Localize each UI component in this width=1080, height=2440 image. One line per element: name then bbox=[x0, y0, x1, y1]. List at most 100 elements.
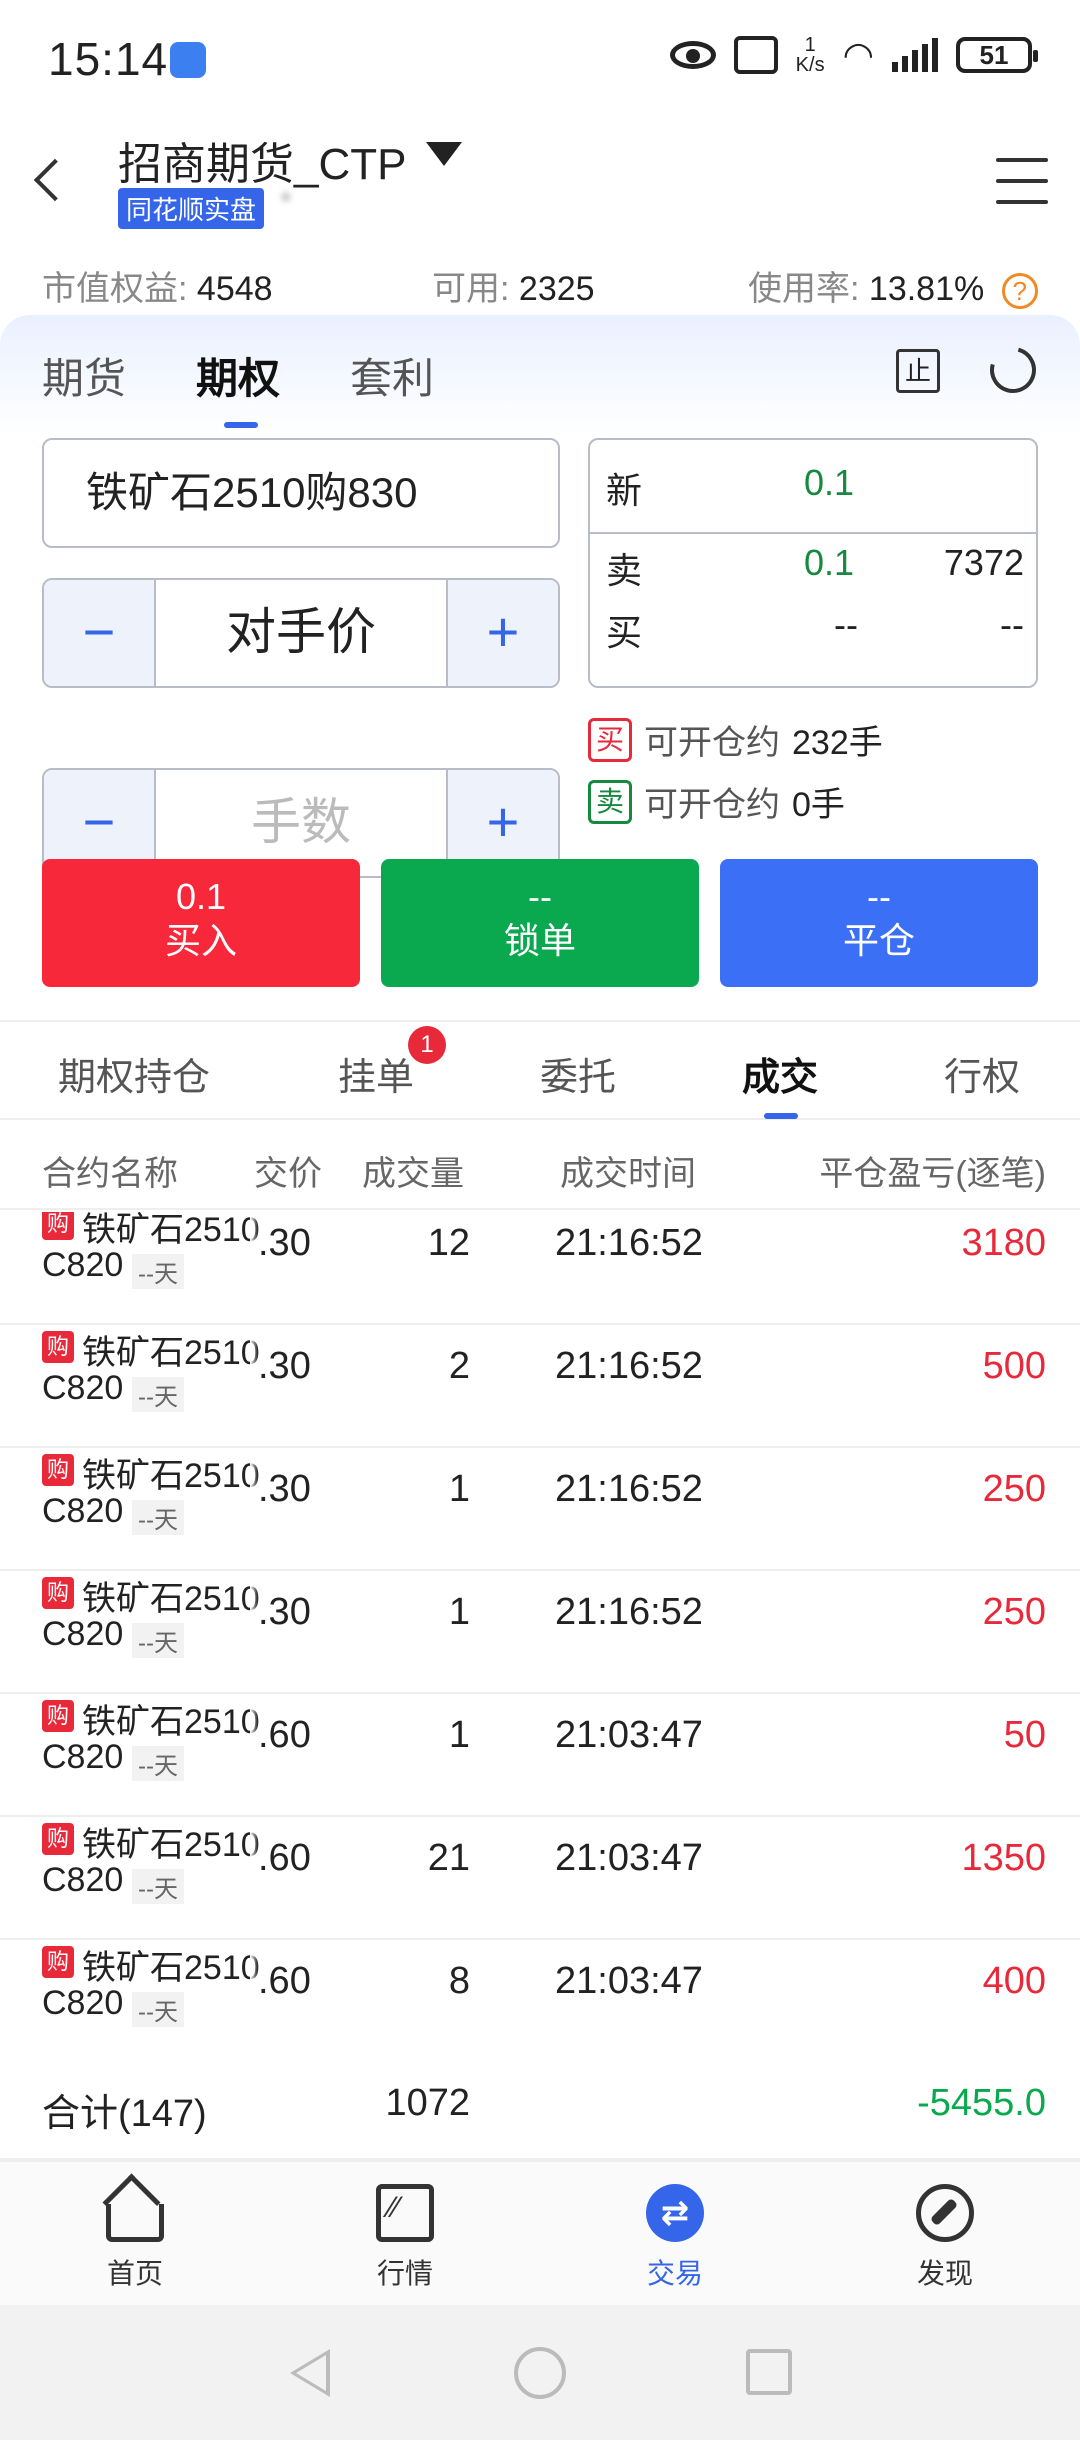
header-time[interactable]: 成交时间 bbox=[560, 1146, 696, 1195]
fill-quantity: 1 bbox=[448, 1714, 470, 1756]
nav-discover[interactable]: 发现 bbox=[875, 2184, 1015, 2292]
nav-trade-label: 交易 bbox=[646, 2258, 703, 2289]
total-quantity: 1072 bbox=[385, 2082, 470, 2124]
fill-time: 21:03:47 bbox=[555, 1960, 703, 2002]
network-speed-value: 1 bbox=[804, 34, 816, 56]
system-back-icon[interactable] bbox=[290, 2349, 330, 2397]
fill-time: 21:03:47 bbox=[555, 1714, 703, 1756]
account-id: * bbox=[280, 186, 292, 219]
buy-tag: 买 bbox=[588, 717, 632, 762]
days-to-expiry: --天 bbox=[132, 1254, 184, 1289]
call-option-tag: 购 bbox=[42, 1946, 74, 1978]
header-pnl[interactable]: 平仓盈亏(逐笔) bbox=[819, 1146, 1046, 1195]
quote-last-row: 新 0.1 bbox=[606, 462, 1024, 512]
fill-quantity: 12 bbox=[427, 1222, 470, 1264]
tab-orders[interactable]: 委托 bbox=[540, 1046, 616, 1101]
tab-futures[interactable]: 期货 bbox=[42, 345, 126, 406]
available-label: 可用: bbox=[432, 270, 510, 308]
lock-button-price: -- bbox=[528, 876, 552, 917]
days-to-expiry: --天 bbox=[132, 1623, 184, 1658]
fill-pnl: 1350 bbox=[961, 1837, 1046, 1879]
equity-summary: 市值权益: 4548 可用: 2325 使用率: 13.81% ? bbox=[0, 255, 1080, 315]
quote-ask-row: 卖 0.1 7372 bbox=[606, 542, 1024, 592]
vibrate-icon bbox=[733, 36, 778, 74]
close-position-button[interactable]: -- 平仓 bbox=[720, 859, 1038, 987]
sell-open-capacity: 卖 可开仓约 0手 bbox=[588, 777, 845, 826]
table-row[interactable]: 购铁矿石2510 C820 --天 .30 1 21:16:52 250 bbox=[0, 1571, 1080, 1694]
table-row[interactable]: 购铁矿石2510 C820 --天 .30 12 21:16:52 3180 bbox=[0, 1212, 1080, 1325]
quote-last-price[interactable]: 0.1 bbox=[804, 462, 854, 504]
tab-arbitrage[interactable]: 套利 bbox=[350, 345, 434, 406]
nav-home[interactable]: 首页 bbox=[65, 2184, 205, 2292]
fill-price: .30 bbox=[258, 1345, 311, 1387]
fill-price: .60 bbox=[258, 1837, 311, 1879]
help-icon[interactable]: ? bbox=[1001, 273, 1038, 310]
quote-bid-price[interactable]: -- bbox=[834, 604, 858, 646]
usage-rate: 使用率: 13.81% ? bbox=[748, 261, 1038, 310]
price-minus-button[interactable]: − bbox=[44, 580, 156, 686]
header-contract-name[interactable]: 合约名称 bbox=[42, 1146, 178, 1195]
table-row[interactable]: 购铁矿石2510 C820 --天 .60 8 21:03:47 400 bbox=[0, 1940, 1080, 2042]
quote-bid-row: 买 -- -- bbox=[606, 604, 1024, 654]
contract-code: C820 bbox=[42, 1369, 124, 1407]
trade-panel: 期货 期权 套利 止 铁矿石2510购830 − 对手价 + − 手数 + 新 … bbox=[0, 315, 1080, 1020]
fills-table-body[interactable]: 购铁矿石2510 C820 --天 .30 12 21:16:52 3180 购铁矿石2510… bbox=[0, 1212, 1080, 2042]
price-plus-button[interactable]: + bbox=[446, 580, 558, 686]
signal-icon bbox=[892, 38, 938, 72]
lock-button[interactable]: -- 锁单 bbox=[381, 859, 699, 987]
system-recents-icon[interactable] bbox=[746, 2349, 792, 2395]
home-icon bbox=[106, 2204, 164, 2242]
system-home-icon[interactable] bbox=[514, 2347, 566, 2399]
contract-code: C820 bbox=[42, 1861, 124, 1899]
header-price[interactable]: 交价 bbox=[254, 1146, 322, 1195]
column-clip bbox=[250, 1571, 258, 1692]
buy-button[interactable]: 0.1 买入 bbox=[42, 859, 360, 987]
quote-ask-price[interactable]: 0.1 bbox=[804, 542, 854, 584]
nav-discover-label: 发现 bbox=[916, 2258, 973, 2289]
nav-market[interactable]: 行情 bbox=[335, 2184, 475, 2292]
table-row[interactable]: 购铁矿石2510 C820 --天 .60 1 21:03:47 50 bbox=[0, 1694, 1080, 1817]
status-icons: 1 K/s ◠ 51 bbox=[669, 34, 1038, 76]
tab-fills[interactable]: 成交 bbox=[742, 1046, 818, 1119]
lock-button-label: 锁单 bbox=[503, 920, 576, 961]
fill-price: .30 bbox=[258, 1468, 311, 1510]
close-button-label: 平仓 bbox=[842, 920, 915, 961]
contract-input[interactable]: 铁矿石2510购830 bbox=[42, 438, 560, 548]
refresh-icon[interactable] bbox=[981, 338, 1045, 402]
stop-loss-icon[interactable]: 止 bbox=[896, 349, 940, 393]
tab-option-positions[interactable]: 期权持仓 bbox=[58, 1046, 210, 1101]
quote-ask-label: 卖 bbox=[606, 550, 643, 591]
usage-value: 13.81% bbox=[868, 270, 985, 308]
quote-last-label: 新 bbox=[606, 470, 643, 511]
contract-code: C820 bbox=[42, 1246, 124, 1284]
fill-time: 21:16:52 bbox=[555, 1345, 703, 1387]
tab-options[interactable]: 期权 bbox=[196, 345, 280, 428]
price-mode-field[interactable]: 对手价 bbox=[156, 580, 446, 686]
quote-ask-volume: 7372 bbox=[943, 542, 1024, 583]
account-title[interactable]: 招商期货_CTP bbox=[118, 128, 406, 192]
account-dropdown-icon[interactable] bbox=[426, 142, 462, 166]
status-time: 15:14 bbox=[48, 33, 169, 85]
battery-icon: 51 bbox=[956, 37, 1038, 73]
account-tag: 同花顺实盘 bbox=[118, 188, 265, 229]
table-row[interactable]: 购铁矿石2510 C820 --天 .60 21 21:03:47 1350 bbox=[0, 1817, 1080, 1940]
table-row[interactable]: 购铁矿石2510 C820 --天 .30 1 21:16:52 250 bbox=[0, 1448, 1080, 1571]
fill-price: .60 bbox=[258, 1960, 311, 2002]
header-quantity[interactable]: 成交量 bbox=[362, 1146, 464, 1195]
network-speed-unit: K/s bbox=[795, 54, 825, 76]
column-clip bbox=[250, 1212, 258, 1323]
contract-code: C820 bbox=[42, 1738, 124, 1776]
back-icon[interactable] bbox=[33, 158, 77, 202]
fill-time: 21:16:52 bbox=[555, 1222, 703, 1264]
tab-exercise[interactable]: 行权 bbox=[944, 1046, 1020, 1101]
table-row[interactable]: 购铁矿石2510 C820 --天 .30 2 21:16:52 500 bbox=[0, 1325, 1080, 1448]
buy-capacity-value: 232手 bbox=[792, 724, 883, 762]
call-option-tag: 购 bbox=[42, 1212, 74, 1240]
sell-capacity-value: 0手 bbox=[792, 786, 845, 824]
fill-quantity: 8 bbox=[448, 1960, 470, 2002]
status-bar: 15:14 1 K/s ◠ 51 bbox=[0, 0, 1080, 120]
nav-trade[interactable]: ⇄ 交易 bbox=[605, 2184, 745, 2292]
contract-code: C820 bbox=[42, 1492, 124, 1530]
menu-icon[interactable] bbox=[996, 158, 1048, 204]
tab-pending-orders[interactable]: 挂单 bbox=[338, 1046, 414, 1101]
